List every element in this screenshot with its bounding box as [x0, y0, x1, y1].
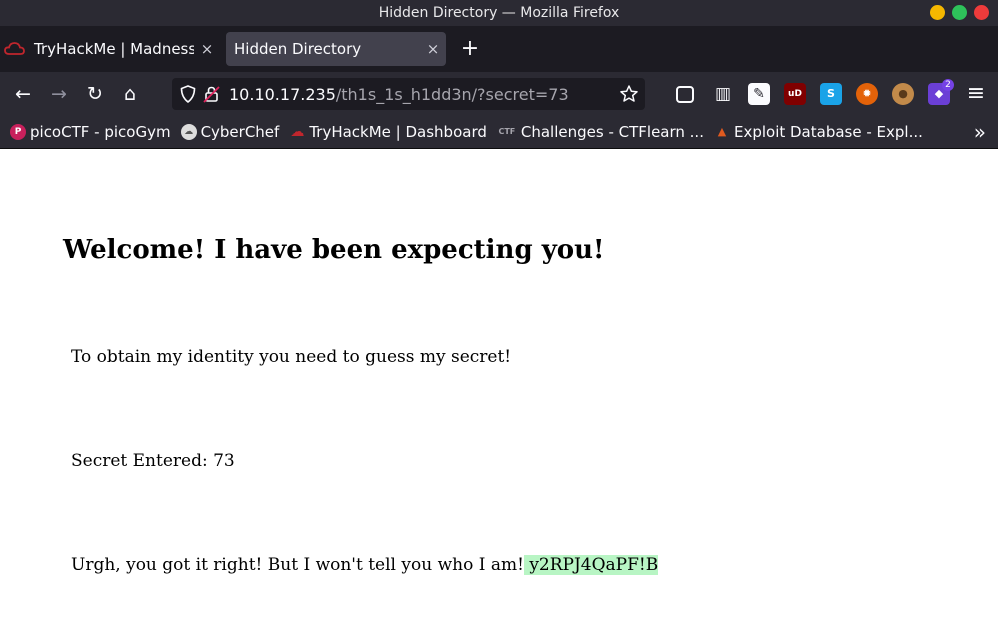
- tab-tryhackme-madness[interactable]: TryHackMe | Madness ×: [0, 32, 220, 66]
- result-message: Urgh, you got it right! But I won't tell…: [71, 555, 524, 575]
- tab-label: Hidden Directory: [234, 40, 362, 58]
- ctflearn-favicon-icon: CTF: [498, 127, 516, 136]
- window-titlebar: Hidden Directory — Mozilla Firefox: [0, 0, 998, 26]
- tab-label: TryHackMe | Madness: [34, 40, 194, 58]
- bookmark-label: TryHackMe | Dashboard: [309, 123, 487, 141]
- extension-badge: 2: [942, 79, 954, 91]
- cyberchef-favicon-icon: ☁: [180, 124, 197, 140]
- intro-text: To obtain my identity you need to guess …: [71, 347, 512, 367]
- window-title: Hidden Directory — Mozilla Firefox: [378, 5, 620, 21]
- bookmark-cyberchef[interactable]: ☁ CyberChef: [180, 123, 280, 141]
- bookmark-ctflearn[interactable]: CTF Challenges - CTFlearn ...: [497, 123, 704, 141]
- tryhackme-favicon-icon: [4, 42, 25, 55]
- tryhackme-favicon-icon: ☁: [290, 124, 305, 140]
- bookmark-label: Challenges - CTFlearn ...: [520, 123, 704, 141]
- url-path: /th1s_1s_h1dd3n/?secret=73: [335, 84, 569, 104]
- bookmark-tryhackme-dashboard[interactable]: ☁ TryHackMe | Dashboard: [289, 123, 487, 141]
- insecure-lock-icon[interactable]: [202, 84, 222, 104]
- home-button[interactable]: ⌂: [116, 80, 144, 108]
- secret-entered-text: Secret Entered: 73: [71, 451, 235, 471]
- app-menu-button[interactable]: ≡: [962, 80, 990, 108]
- url-bar[interactable]: 10.10.17.235/th1s_1s_h1dd3n/?secret=73: [172, 78, 645, 110]
- extension-icon[interactable]: ✎: [748, 83, 770, 105]
- bookmark-picoctf[interactable]: P picoCTF - picoGym: [10, 123, 171, 141]
- bookmark-exploit-database[interactable]: ▲ Exploit Database - Expl...: [714, 123, 923, 141]
- bookmarks-toolbar: P picoCTF - picoGym ☁ CyberChef ☁ TryHac…: [0, 116, 998, 149]
- maximize-button[interactable]: [952, 5, 967, 20]
- picoctf-favicon-icon: P: [10, 124, 26, 140]
- navigation-toolbar: ← → ↻ ⌂ 10.10.17.235/th1s_1s_h1dd3n/?sec…: [0, 72, 998, 116]
- minimize-button[interactable]: [930, 5, 945, 20]
- exploit-db-favicon-icon: ▲: [717, 125, 727, 138]
- url-host: 10.10.17.235: [229, 84, 336, 104]
- foxyproxy-icon[interactable]: ✹: [856, 83, 878, 105]
- window-controls: [930, 5, 989, 20]
- page-content: Welcome! I have been expecting you! To o…: [0, 149, 998, 641]
- bookmarks-overflow-chevron-icon[interactable]: »: [974, 120, 986, 144]
- close-window-button[interactable]: [974, 5, 989, 20]
- new-tab-button[interactable]: +: [458, 34, 482, 64]
- reload-button[interactable]: ↻: [81, 80, 109, 108]
- tab-close-icon[interactable]: ×: [194, 40, 220, 58]
- cookie-editor-icon[interactable]: ●: [892, 83, 914, 105]
- tab-bar: TryHackMe | Madness × Hidden Directory ×…: [0, 26, 998, 72]
- result-text: Urgh, you got it right! But I won't tell…: [71, 555, 659, 575]
- tab-close-icon[interactable]: ×: [420, 40, 446, 58]
- forward-button[interactable]: →: [45, 80, 73, 108]
- secret-value-highlight: y2RPJ4QaPF!B: [523, 555, 659, 575]
- stylus-icon[interactable]: S: [820, 83, 842, 105]
- bookmark-star-icon[interactable]: [619, 84, 639, 104]
- reader-view-icon[interactable]: ▥: [712, 83, 734, 105]
- url-text: 10.10.17.235/th1s_1s_h1dd3n/?secret=73: [229, 85, 569, 104]
- back-button[interactable]: ←: [9, 80, 37, 108]
- pocket-icon[interactable]: [676, 86, 694, 103]
- page-heading: Welcome! I have been expecting you!: [63, 235, 605, 265]
- tracking-protection-shield-icon[interactable]: [178, 84, 198, 104]
- bookmark-label: picoCTF - picoGym: [30, 123, 171, 141]
- bookmark-label: CyberChef: [200, 123, 280, 141]
- ublock-origin-icon[interactable]: uD: [784, 83, 806, 105]
- bookmark-label: Exploit Database - Expl...: [733, 123, 923, 141]
- tab-hidden-directory[interactable]: Hidden Directory ×: [226, 32, 446, 66]
